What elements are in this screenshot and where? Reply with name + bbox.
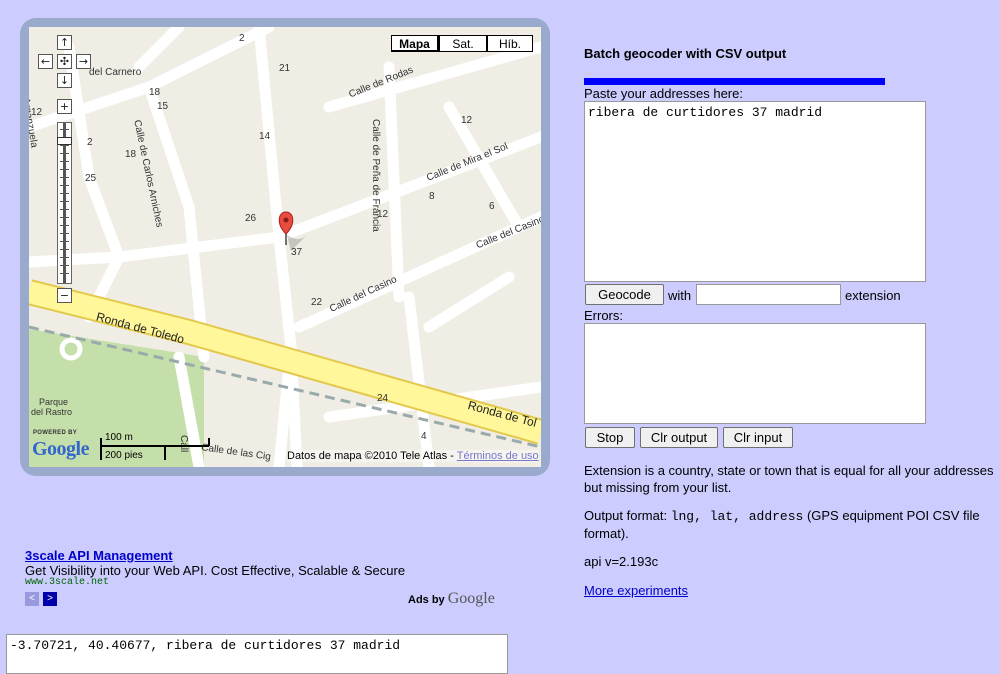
house-number: 24 xyxy=(377,393,389,404)
house-number: 12 xyxy=(461,115,473,126)
house-number: 14 xyxy=(259,131,271,142)
map-tiles xyxy=(29,27,541,467)
zoom-slider-tick xyxy=(60,273,69,274)
house-number: 2 xyxy=(239,33,245,44)
output-format-prefix: Output format: xyxy=(584,508,671,523)
clear-input-button[interactable]: Clr input xyxy=(723,427,793,448)
zoom-slider-tick xyxy=(60,169,69,170)
copyright-text: Datos de mapa ©2010 Tele Atlas - xyxy=(287,450,457,462)
zoom-slider-tick xyxy=(60,177,69,178)
pan-up-icon[interactable]: ↑ xyxy=(57,35,72,50)
house-number: 6 xyxy=(489,201,495,212)
ad-previous-icon[interactable]: < xyxy=(25,592,39,606)
house-number: 26 xyxy=(245,213,257,224)
google-logo[interactable]: Google xyxy=(32,431,96,463)
house-number: 18 xyxy=(149,87,161,98)
zoom-slider-tick xyxy=(60,185,69,186)
scale-imperial-label: 200 pies xyxy=(105,450,143,461)
house-number: 37 xyxy=(291,247,303,258)
map-type-map-button[interactable]: Mapa xyxy=(391,35,439,52)
house-number: 18 xyxy=(125,149,137,160)
poi-label: Parque xyxy=(39,397,69,407)
terms-of-use-link[interactable]: Términos de uso xyxy=(457,450,539,462)
house-number: 4 xyxy=(421,431,427,442)
ad-description: Get Visibility into your Web API. Cost E… xyxy=(25,563,406,578)
geocode-button[interactable]: Geocode xyxy=(585,284,664,305)
extension-input[interactable] xyxy=(696,284,841,305)
scale-metric-label: 100 m xyxy=(105,432,133,443)
output-format-text: Output format: lng, lat, address (GPS eq… xyxy=(584,507,994,542)
poi-label: del Rastro xyxy=(31,407,73,417)
zoom-slider-tick xyxy=(60,217,69,218)
house-number: 22 xyxy=(311,297,323,308)
zoom-slider-tick xyxy=(60,209,69,210)
paste-addresses-label: Paste your addresses here: xyxy=(584,86,743,101)
zoom-slider-tick xyxy=(60,249,69,250)
zoom-slider-track[interactable] xyxy=(57,122,72,284)
zoom-slider-tick xyxy=(60,265,69,266)
page-title: Batch geocoder with CSV output xyxy=(584,46,787,61)
output-format-code: lng, lat, address xyxy=(670,509,804,524)
api-version-text: api v=2.193c xyxy=(584,554,659,569)
zoom-slider-tick xyxy=(60,193,69,194)
more-experiments-link[interactable]: More experiments xyxy=(584,583,688,598)
ads-by-label: Ads by xyxy=(408,594,448,606)
map-scale: 100 m 200 pies xyxy=(99,432,211,464)
zoom-slider-tick xyxy=(60,257,69,258)
house-number: 21 xyxy=(279,63,291,74)
map-copyright: Datos de mapa ©2010 Tele Atlas - Término… xyxy=(287,450,539,462)
zoom-slider-handle[interactable] xyxy=(57,137,72,145)
map-type-hybrid-button[interactable]: Híb. xyxy=(487,35,533,52)
zoom-slider-tick xyxy=(60,129,69,130)
house-number: 12 xyxy=(31,107,43,118)
csv-output[interactable]: -3.70721, 40.40677, ribera de curtidores… xyxy=(6,634,508,674)
ad-url[interactable]: www.3scale.net xyxy=(25,577,109,588)
google-logo-text: Google xyxy=(32,438,90,460)
zoom-slider-tick xyxy=(60,153,69,154)
extension-label: extension xyxy=(845,288,901,303)
house-number: 15 xyxy=(157,101,169,112)
zoom-slider-tick xyxy=(60,145,69,146)
ad-title-link[interactable]: 3scale API Management xyxy=(25,548,173,563)
with-label: with xyxy=(668,288,692,303)
addresses-input[interactable]: ribera de curtidores 37 madrid xyxy=(584,101,926,282)
pan-down-icon[interactable]: ↓ xyxy=(57,73,72,88)
street-label: del Carnero xyxy=(89,67,142,78)
errors-output[interactable] xyxy=(584,323,926,424)
zoom-slider-tick xyxy=(60,241,69,242)
progress-bar xyxy=(584,78,885,85)
pan-center-icon[interactable]: ✣ xyxy=(57,54,72,69)
zoom-slider-tick xyxy=(60,201,69,202)
house-number: 25 xyxy=(85,173,97,184)
zoom-slider-tick xyxy=(60,161,69,162)
zoom-out-icon[interactable]: − xyxy=(57,288,72,303)
house-number: 12 xyxy=(377,209,389,220)
clear-output-button[interactable]: Clr output xyxy=(640,427,718,448)
ad-next-icon[interactable]: > xyxy=(43,592,57,606)
zoom-slider-tick xyxy=(60,225,69,226)
zoom-slider-tick xyxy=(60,233,69,234)
extension-help-text: Extension is a country, state or town th… xyxy=(584,463,994,495)
house-number: 2 xyxy=(87,137,93,148)
zoom-in-icon[interactable]: + xyxy=(57,99,72,114)
pan-left-icon[interactable]: ← xyxy=(38,54,53,69)
map-canvas[interactable]: del Carnero Calle de Carlos Arniches Cal… xyxy=(29,27,541,467)
map-type-satellite-button[interactable]: Sat. xyxy=(439,35,487,52)
ads-by-brand: Google xyxy=(447,590,495,607)
ads-by-google[interactable]: Ads by Google xyxy=(408,590,495,608)
house-number: 8 xyxy=(429,191,435,202)
pan-right-icon[interactable]: → xyxy=(76,54,91,69)
errors-label: Errors: xyxy=(584,308,623,323)
stop-button[interactable]: Stop xyxy=(585,427,635,448)
